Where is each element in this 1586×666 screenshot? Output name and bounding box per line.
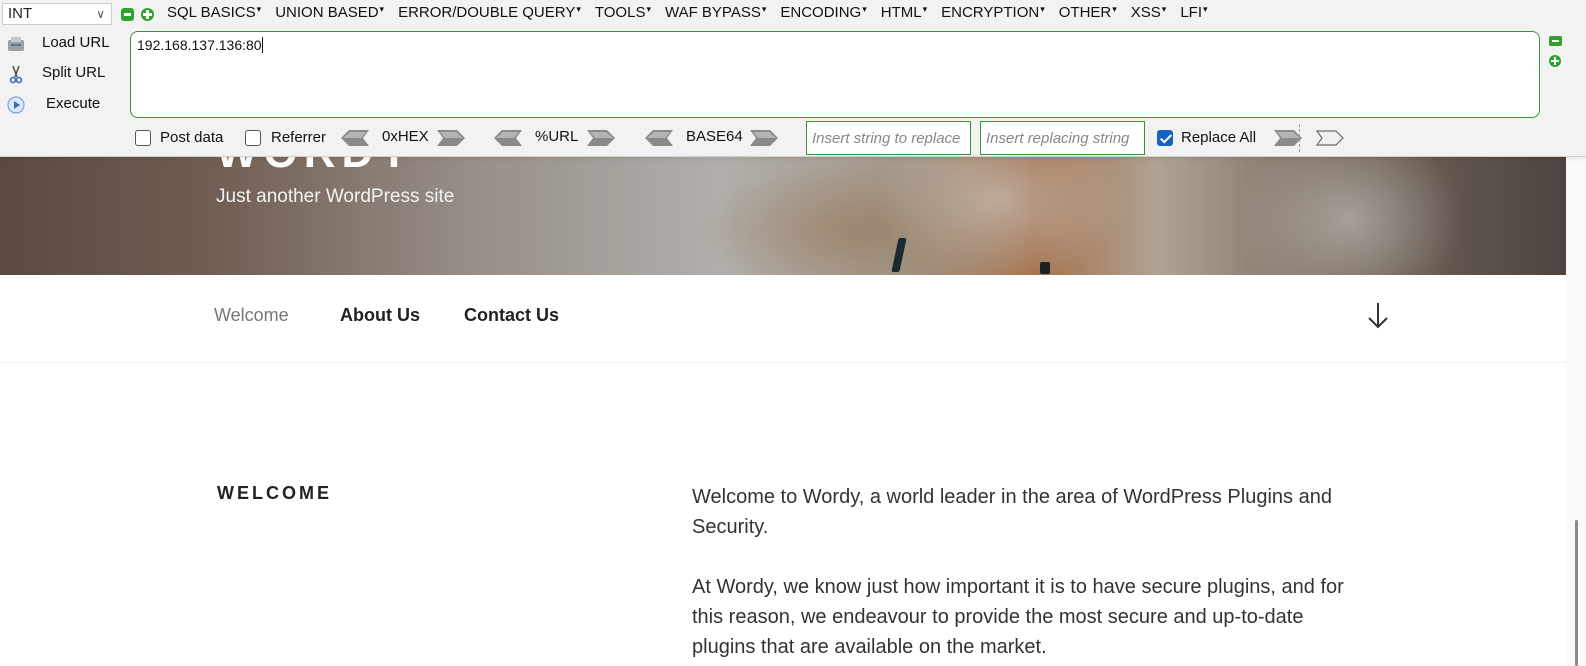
- hackbar-menubar: INT ∨ SQL BASICS▾ UNION BASED▾ ERROR/DOU…: [0, 0, 1586, 28]
- replacing-string-input[interactable]: Insert replacing string: [980, 121, 1145, 155]
- increase-icon[interactable]: [1549, 55, 1561, 67]
- hex-encoding-label: 0xHEX: [382, 128, 429, 145]
- section-title: WELCOME: [217, 483, 332, 503]
- url-text: 192.168.137.136:80: [137, 37, 262, 53]
- page-scrollbar[interactable]: [1566, 156, 1586, 666]
- chevron-down-icon: ∨: [96, 7, 105, 21]
- nav-item-welcome[interactable]: Welcome: [214, 305, 289, 326]
- hackbar-options-row: Post data Referrer 0xHEX %URL BASE64 Ins…: [0, 120, 1586, 156]
- url-encoding-label: %URL: [535, 128, 579, 145]
- decrease-icon[interactable]: [121, 8, 134, 21]
- post-data-label: Post data: [160, 129, 224, 146]
- injection-type-value: INT: [8, 5, 33, 22]
- menu-other[interactable]: OTHER▾: [1059, 4, 1117, 21]
- menu-encryption[interactable]: ENCRYPTION▾: [941, 4, 1045, 21]
- arrow-right-outline-icon[interactable]: [1316, 130, 1344, 146]
- site-description: Just another WordPress site: [216, 186, 455, 207]
- arrow-right-icon[interactable]: [587, 130, 615, 146]
- scrollbar-thumb[interactable]: [1575, 520, 1578, 666]
- menu-html[interactable]: HTML▾: [881, 4, 927, 21]
- hackbar-menus: SQL BASICS▾ UNION BASED▾ ERROR/DOUBLE QU…: [167, 4, 1222, 21]
- referrer-label: Referrer: [271, 129, 327, 146]
- arrow-left-icon[interactable]: [341, 130, 369, 146]
- menu-sql-basics[interactable]: SQL BASICS▾: [167, 4, 261, 21]
- base64-encoding-label: BASE64: [686, 128, 743, 145]
- content-paragraph: At Wordy, we know just how important it …: [692, 576, 1344, 658]
- arrow-down-icon[interactable]: [1366, 299, 1390, 331]
- replace-all-label: Replace All: [1181, 129, 1257, 146]
- text-cursor: [261, 37, 263, 53]
- arrow-left-icon[interactable]: [494, 130, 522, 146]
- post-data-checkbox[interactable]: [135, 130, 151, 146]
- nav-item-about-us[interactable]: About Us: [340, 305, 420, 326]
- load-url-icon: [8, 37, 24, 51]
- increase-icon[interactable]: [141, 8, 154, 21]
- nav-item-contact-us[interactable]: Contact Us: [464, 305, 559, 326]
- injection-type-select[interactable]: INT ∨: [2, 3, 112, 25]
- menu-union-based[interactable]: UNION BASED▾: [275, 4, 384, 21]
- header-photo-detail: [1040, 262, 1050, 274]
- load-url-label: Load URL: [42, 34, 110, 51]
- menu-tools[interactable]: TOOLS▾: [595, 4, 651, 21]
- page-content: WELCOME Welcome to Wordy, a world leader…: [0, 364, 1566, 666]
- execute-label: Execute: [46, 95, 101, 112]
- split-url-label: Split URL: [42, 64, 106, 81]
- arrow-left-icon[interactable]: [645, 130, 673, 146]
- replace-string-input[interactable]: Insert string to replace: [806, 121, 971, 155]
- menu-encoding[interactable]: ENCODING▾: [780, 4, 866, 21]
- menu-lfi[interactable]: LFI▾: [1180, 4, 1207, 21]
- hackbar-panel: INT ∨ SQL BASICS▾ UNION BASED▾ ERROR/DOU…: [0, 0, 1586, 157]
- menu-error-double-query[interactable]: ERROR/DOUBLE QUERY▾: [398, 4, 581, 21]
- arrow-right-icon[interactable]: [1274, 130, 1302, 146]
- main-navigation: Welcome About Us Contact Us: [0, 275, 1566, 363]
- load-url-button[interactable]: Load URL: [0, 30, 120, 58]
- decrease-icon[interactable]: [1549, 36, 1562, 46]
- menu-xss[interactable]: XSS▾: [1131, 4, 1167, 21]
- referrer-checkbox[interactable]: [245, 130, 261, 146]
- replace-all-checkbox[interactable]: [1157, 130, 1173, 146]
- url-textarea[interactable]: 192.168.137.136:80: [130, 31, 1540, 118]
- toolbar-divider: [1299, 124, 1300, 152]
- arrow-right-icon[interactable]: [750, 130, 778, 146]
- play-icon: [7, 96, 25, 114]
- content-paragraph: Welcome to Wordy, a world leader in the …: [692, 486, 1332, 538]
- execute-button[interactable]: Execute: [0, 91, 120, 119]
- scissors-icon: [9, 65, 23, 84]
- menu-waf-bypass[interactable]: WAF BYPASS▾: [665, 4, 766, 21]
- split-url-button[interactable]: Split URL: [0, 60, 120, 88]
- arrow-right-icon[interactable]: [437, 130, 465, 146]
